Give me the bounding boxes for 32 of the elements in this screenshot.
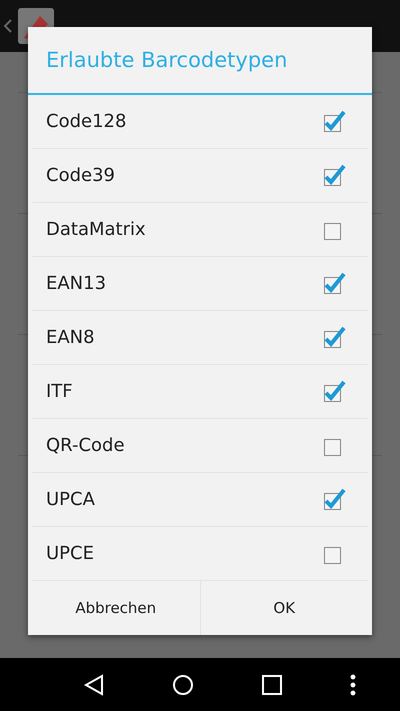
option-row[interactable]: ITF <box>32 365 368 419</box>
checkbox[interactable] <box>323 380 346 403</box>
checkbox[interactable] <box>323 326 346 349</box>
option-row[interactable]: Code128 <box>32 95 368 149</box>
option-row[interactable]: DataMatrix <box>32 203 368 257</box>
option-label: EAN8 <box>46 327 95 348</box>
home-icon[interactable] <box>172 674 194 696</box>
option-row[interactable]: QR-Code <box>32 419 368 473</box>
checkbox[interactable] <box>323 272 346 295</box>
option-row[interactable]: UPCE <box>32 527 368 581</box>
ok-button[interactable]: OK <box>200 581 368 635</box>
option-label: DataMatrix <box>46 219 146 240</box>
checkbox[interactable] <box>323 164 346 187</box>
option-row[interactable]: EAN8 <box>32 311 368 365</box>
option-row[interactable]: EAN13 <box>32 257 368 311</box>
option-label: ITF <box>46 381 73 402</box>
option-label: Code39 <box>46 165 115 186</box>
checkbox[interactable] <box>323 110 346 133</box>
overflow-menu-icon[interactable] <box>350 674 356 696</box>
cancel-button[interactable]: Abbrechen <box>32 581 200 635</box>
option-row[interactable]: UPCA <box>32 473 368 527</box>
checkbox[interactable] <box>323 488 346 511</box>
option-label: QR-Code <box>46 435 125 456</box>
recents-icon[interactable] <box>262 674 282 694</box>
option-row[interactable]: Code39 <box>32 149 368 203</box>
option-label: EAN13 <box>46 273 106 294</box>
option-label: Code128 <box>46 111 126 132</box>
dialog-title: Erlaubte Barcodetypen <box>28 27 372 95</box>
back-icon[interactable] <box>84 674 104 696</box>
back-chevron-icon[interactable] <box>4 19 12 33</box>
option-label: UPCE <box>46 543 94 564</box>
option-label: UPCA <box>46 489 95 510</box>
